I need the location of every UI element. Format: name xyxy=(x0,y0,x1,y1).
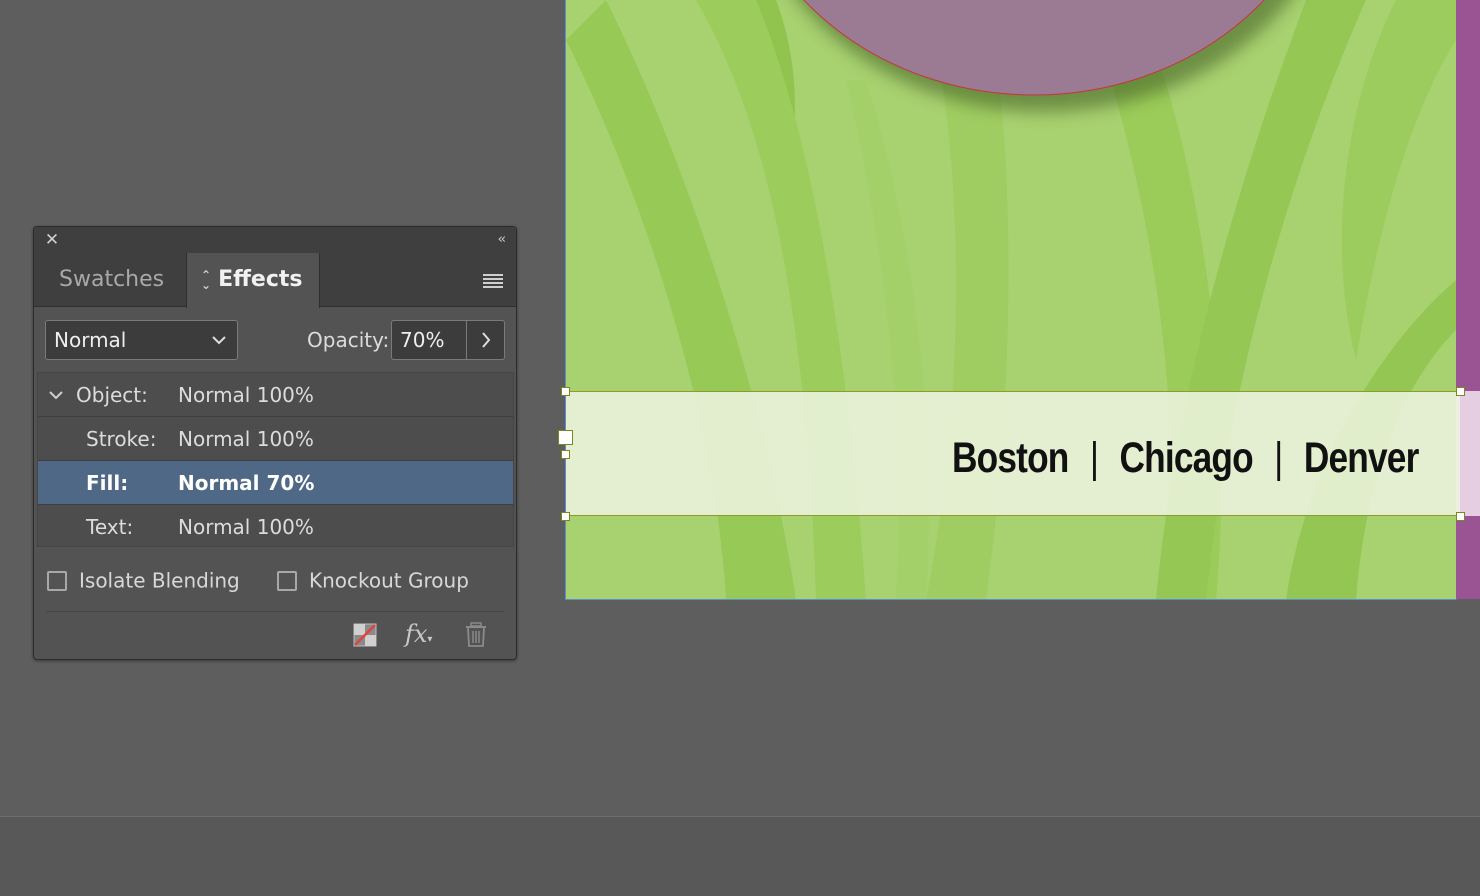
fx-icon[interactable]: fx▾ xyxy=(405,620,432,648)
checkbox-box[interactable] xyxy=(47,570,67,591)
panel-menu-icon[interactable] xyxy=(483,274,503,290)
level-value: Normal 100% xyxy=(178,383,314,407)
level-name: Stroke: xyxy=(86,427,157,451)
selection-handle-top-left[interactable] xyxy=(561,387,570,396)
purple-circle[interactable] xyxy=(566,0,1456,130)
collapse-icon[interactable]: ‹‹ xyxy=(498,231,507,249)
checkbox-label: Knockout Group xyxy=(309,568,469,593)
city-boston: Boston xyxy=(952,434,1069,482)
clear-effects-icon[interactable] xyxy=(352,620,378,648)
level-row-fill[interactable]: Fill: Normal 70% xyxy=(38,461,513,505)
level-name: Object: xyxy=(76,383,148,407)
level-value: Normal 70% xyxy=(178,471,315,495)
level-value: Normal 100% xyxy=(178,427,314,451)
level-value: Normal 100% xyxy=(178,515,314,539)
separator: | xyxy=(1274,434,1283,482)
close-icon[interactable]: ✕ xyxy=(43,231,61,249)
opacity-input[interactable]: 70% xyxy=(391,320,467,360)
city-denver: Denver xyxy=(1303,434,1419,482)
level-row-object[interactable]: Object: Normal 100% xyxy=(38,373,513,417)
chevron-down-icon xyxy=(211,321,227,374)
panel-tabbar: Swatches ⌃ ⌄ Effects xyxy=(34,253,516,308)
tab-swatches[interactable]: Swatches xyxy=(59,253,164,307)
effects-panel: ✕ ‹‹ Swatches ⌃ ⌄ Effects Normal Opacity: … xyxy=(33,226,517,660)
panel-titlebar[interactable] xyxy=(34,227,516,253)
tab-effects[interactable]: ⌃ ⌄ Effects xyxy=(186,253,320,308)
blend-mode-value: Normal xyxy=(54,328,127,352)
levels-list: Object: Normal 100% Stroke: Normal 100% … xyxy=(37,372,514,547)
divider xyxy=(46,611,504,612)
city-chicago: Chicago xyxy=(1119,434,1253,482)
level-name: Text: xyxy=(86,515,134,539)
updown-icon: ⌃ ⌄ xyxy=(201,268,212,292)
level-row-stroke[interactable]: Stroke: Normal 100% xyxy=(38,417,513,461)
level-row-text[interactable]: Text: Normal 100% xyxy=(38,505,513,549)
isolate-blending-checkbox[interactable]: Isolate Blending xyxy=(47,567,240,593)
selection-handle-top-right[interactable] xyxy=(1456,387,1465,396)
tab-effects-label: Effects xyxy=(218,267,303,292)
selection-handle-bottom-left[interactable] xyxy=(561,512,570,521)
banner-text[interactable]: Boston | Chicago | Denver xyxy=(952,428,1419,488)
separator: | xyxy=(1089,434,1099,482)
knockout-group-checkbox[interactable]: Knockout Group xyxy=(277,567,469,593)
level-name: Fill: xyxy=(86,471,129,495)
selection-handle-bottom-right[interactable] xyxy=(1456,512,1465,521)
opacity-label: Opacity: xyxy=(307,328,390,352)
status-area xyxy=(0,817,1480,896)
trash-icon[interactable] xyxy=(464,620,488,648)
checkbox-label: Isolate Blending xyxy=(79,568,240,593)
blend-mode-select[interactable]: Normal xyxy=(45,320,238,360)
opacity-slider-button[interactable] xyxy=(467,320,505,360)
selection-handle-mid-left[interactable] xyxy=(561,450,570,459)
text-in-port-handle[interactable] xyxy=(558,430,573,445)
checkbox-box[interactable] xyxy=(277,570,297,591)
